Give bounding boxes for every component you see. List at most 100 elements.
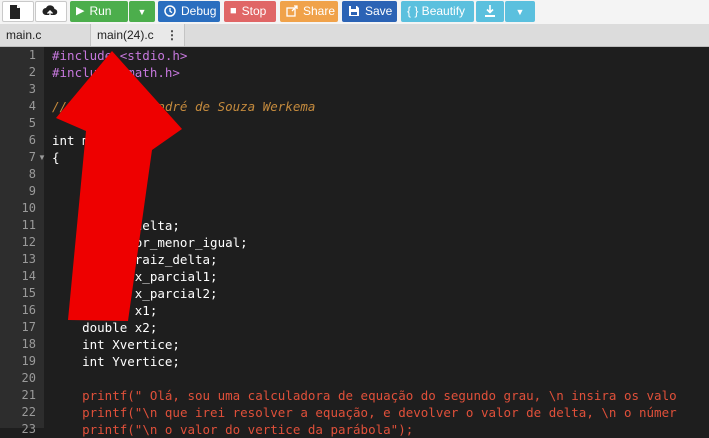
code-line[interactable]: 9 int b; xyxy=(0,183,709,200)
debug-icon xyxy=(164,1,176,22)
line-number: 6 xyxy=(28,133,36,147)
code-text: int main() xyxy=(52,133,128,148)
line-number: 16 xyxy=(21,303,36,317)
code-line[interactable]: 11 double delta; xyxy=(0,217,709,234)
code-line[interactable]: 7 ▼ { xyxy=(0,149,709,166)
share-button[interactable]: Share xyxy=(280,1,338,22)
code-line[interactable]: 18 int Xvertice; xyxy=(0,336,709,353)
function-name: printf xyxy=(52,388,128,403)
code-text: int b; xyxy=(52,184,128,199)
upload-icon xyxy=(42,2,58,21)
code-line[interactable]: 4 // feito por André de Souza Werkema xyxy=(0,98,709,115)
code-line[interactable]: 15 double x_parcial2; xyxy=(0,285,709,302)
download-dropdown-button[interactable]: ▼ xyxy=(505,1,535,22)
share-label: Share xyxy=(303,4,336,18)
code-line[interactable]: 16 double x1; xyxy=(0,302,709,319)
code-text: int a; xyxy=(52,167,128,182)
code-line[interactable]: 2 #include <math.h> xyxy=(0,64,709,81)
line-number: 14 xyxy=(21,269,36,283)
code-text: printf("\n o valor do vertice da parábol… xyxy=(52,421,413,438)
line-number: 11 xyxy=(21,218,36,232)
line-number: 10 xyxy=(21,201,36,215)
run-dropdown-button[interactable]: ▼ xyxy=(129,1,155,22)
tab-main-24-c[interactable]: main(24).c ⋮ xyxy=(90,24,185,46)
beautify-button[interactable]: { } Beautify xyxy=(401,1,474,22)
code-line[interactable]: 5 xyxy=(0,115,709,132)
debug-label: Debug xyxy=(181,4,217,18)
caret-down-icon: ▼ xyxy=(137,7,147,17)
caret-down-icon: ▼ xyxy=(515,7,525,17)
line-number: 20 xyxy=(21,371,36,385)
code-text: int maior_menor_igual; xyxy=(52,235,248,250)
code-text: double x_parcial1; xyxy=(52,269,218,284)
toolbar: ▶ Run ▼ Debug ■ Stop Share Save { } Beauti… xyxy=(0,0,709,25)
fold-toggle-icon[interactable]: ▼ xyxy=(38,149,46,166)
tab-main-c[interactable]: main.c xyxy=(0,24,90,46)
code-text: double raiz_delta; xyxy=(52,252,218,267)
code-text: #include <math.h> xyxy=(52,65,180,80)
code-text: int c; xyxy=(52,201,128,216)
code-text: printf("\n que irei resolver a equação, … xyxy=(52,404,677,421)
code-lines: 1 #include <stdio.h> 2 #include <math.h> 3 4 /… xyxy=(0,47,709,438)
function-args: ("\n o valor do vertice da parábola"); xyxy=(127,422,414,437)
code-text: double x1; xyxy=(52,303,158,318)
code-text: double delta; xyxy=(52,218,180,233)
code-line[interactable]: 12 int maior_menor_igual; xyxy=(0,234,709,251)
code-line[interactable]: 6 int main() xyxy=(0,132,709,149)
code-text: int Xvertice; xyxy=(52,337,180,352)
run-button[interactable]: ▶ Run xyxy=(70,1,128,22)
line-number: 23 xyxy=(21,422,36,436)
code-line[interactable]: 10 int c; xyxy=(0,200,709,217)
line-number: 8 xyxy=(28,167,36,181)
save-button[interactable]: Save xyxy=(342,1,397,22)
line-number: 19 xyxy=(21,354,36,368)
code-line[interactable]: 19 int Yvertice; xyxy=(0,353,709,370)
stop-icon: ■ xyxy=(230,5,237,17)
line-number: 3 xyxy=(28,82,36,96)
function-args: (" Olá, sou uma calculadora de equação d… xyxy=(127,388,677,403)
code-line[interactable]: 3 xyxy=(0,81,709,98)
share-icon xyxy=(286,1,298,22)
download-button[interactable] xyxy=(476,1,504,22)
new-file-icon xyxy=(9,2,21,21)
code-text: double x_parcial2; xyxy=(52,286,218,301)
tab-label: main.c xyxy=(6,28,42,42)
tab-options-icon[interactable]: ⋮ xyxy=(166,24,178,46)
file-tabs: main.c main(24).c ⋮ xyxy=(0,24,709,47)
upload-button[interactable] xyxy=(35,1,67,22)
debug-button[interactable]: Debug xyxy=(158,1,220,22)
beautify-label: { } Beautify xyxy=(407,4,466,18)
code-line[interactable]: 14 double x_parcial1; xyxy=(0,268,709,285)
function-name: printf xyxy=(52,405,128,420)
line-number: 17 xyxy=(21,320,36,334)
code-text: #include <stdio.h> xyxy=(52,48,188,63)
code-text: printf(" Olá, sou uma calculadora de equ… xyxy=(52,387,677,404)
save-icon xyxy=(348,1,360,22)
code-line[interactable]: 20 xyxy=(0,370,709,387)
code-line[interactable]: 17 double x2; xyxy=(0,319,709,336)
download-icon xyxy=(484,5,496,21)
stop-label: Stop xyxy=(241,4,267,18)
code-line[interactable]: 21 printf(" Olá, sou uma calculadora de … xyxy=(0,387,709,404)
code-text: double x2; xyxy=(52,320,158,335)
code-line[interactable]: 8 int a; xyxy=(0,166,709,183)
line-number: 5 xyxy=(28,116,36,130)
line-number: 7 xyxy=(28,150,36,164)
function-name: printf xyxy=(52,422,128,437)
line-number: 15 xyxy=(21,286,36,300)
line-number: 13 xyxy=(21,252,36,266)
code-line[interactable]: 23 printf("\n o valor do vertice da pará… xyxy=(0,421,709,438)
stop-button[interactable]: ■ Stop xyxy=(224,1,276,22)
line-number: 22 xyxy=(21,405,36,419)
new-file-button[interactable] xyxy=(2,1,34,22)
run-label: Run xyxy=(89,4,112,18)
line-number: 1 xyxy=(28,48,36,62)
code-line[interactable]: 22 printf("\n que irei resolver a equaçã… xyxy=(0,404,709,421)
play-icon: ▶ xyxy=(76,5,85,17)
code-line[interactable]: 13 double raiz_delta; xyxy=(0,251,709,268)
line-number: 12 xyxy=(21,235,36,249)
code-line[interactable]: 1 #include <stdio.h> xyxy=(0,47,709,64)
line-number: 4 xyxy=(28,99,36,113)
code-text: { xyxy=(52,150,60,165)
code-editor[interactable]: 1 #include <stdio.h> 2 #include <math.h> 3 4 /… xyxy=(0,47,709,437)
